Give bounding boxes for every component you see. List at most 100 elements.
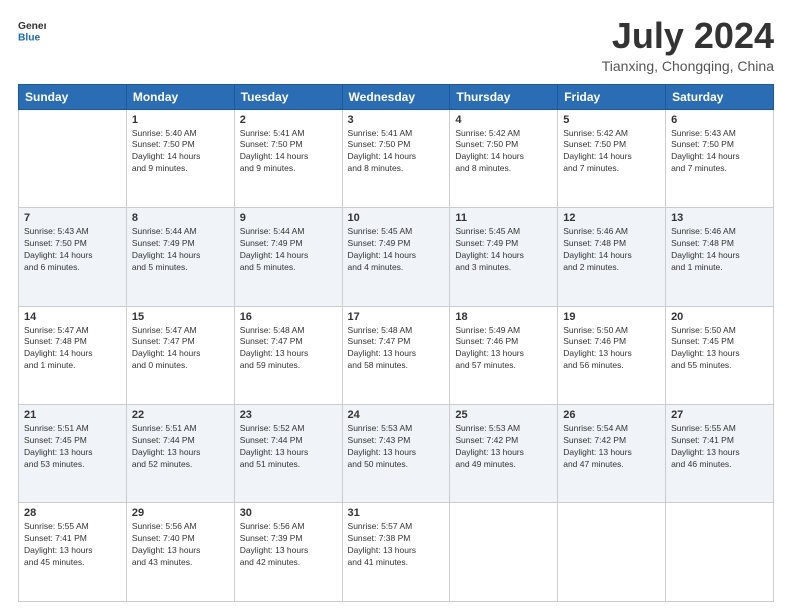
calendar-cell: 29 Sunrise: 5:56 AM Sunset: 7:40 PM Dayli… (126, 503, 234, 602)
day-number: 17 (348, 311, 445, 323)
weekday-header-row: SundayMondayTuesdayWednesdayThursdayFrid… (19, 84, 774, 109)
day-info: Sunrise: 5:56 AM Sunset: 7:40 PM Dayligh… (132, 521, 229, 569)
day-number: 31 (348, 507, 445, 519)
day-number: 28 (24, 507, 121, 519)
calendar-cell (666, 503, 774, 602)
calendar-body: 1 Sunrise: 5:40 AM Sunset: 7:50 PM Daylig… (19, 109, 774, 601)
day-info: Sunrise: 5:55 AM Sunset: 7:41 PM Dayligh… (24, 521, 121, 569)
weekday-wednesday: Wednesday (342, 84, 450, 109)
calendar-cell: 21Sunrise: 5:51 AM Sunset: 7:45 PM Dayli… (19, 405, 127, 503)
day-info: Sunrise: 5:57 AM Sunset: 7:38 PM Dayligh… (348, 521, 445, 569)
day-info: Sunrise: 5:49 AM Sunset: 7:46 PM Dayligh… (455, 325, 552, 373)
weekday-saturday: Saturday (666, 84, 774, 109)
month-title: July 2024 (602, 16, 774, 56)
calendar-cell: 1 Sunrise: 5:40 AM Sunset: 7:50 PM Daylig… (126, 109, 234, 207)
day-info: Sunrise: 5:47 AM Sunset: 7:47 PM Dayligh… (132, 325, 229, 373)
day-number: 1 (132, 114, 229, 126)
calendar-cell: 10Sunrise: 5:45 AM Sunset: 7:49 PM Dayli… (342, 208, 450, 306)
day-number: 13 (671, 212, 768, 224)
calendar-cell: 5Sunrise: 5:42 AM Sunset: 7:50 PM Daylig… (558, 109, 666, 207)
day-info: Sunrise: 5:51 AM Sunset: 7:44 PM Dayligh… (132, 423, 229, 471)
calendar-cell: 4 Sunrise: 5:42 AM Sunset: 7:50 PM Daylig… (450, 109, 558, 207)
day-number: 6 (671, 114, 768, 126)
day-info: Sunrise: 5:42 AM Sunset: 7:50 PM Dayligh… (563, 128, 660, 176)
day-info: Sunrise: 5:43 AM Sunset: 7:50 PM Dayligh… (24, 226, 121, 274)
day-info: Sunrise: 5:55 AM Sunset: 7:41 PM Dayligh… (671, 423, 768, 471)
day-number: 10 (348, 212, 445, 224)
calendar-cell: 9Sunrise: 5:44 AM Sunset: 7:49 PM Daylig… (234, 208, 342, 306)
day-number: 20 (671, 311, 768, 323)
day-info: Sunrise: 5:52 AM Sunset: 7:44 PM Dayligh… (240, 423, 337, 471)
day-info: Sunrise: 5:48 AM Sunset: 7:47 PM Dayligh… (348, 325, 445, 373)
calendar-cell: 27 Sunrise: 5:55 AM Sunset: 7:41 PM Dayli… (666, 405, 774, 503)
day-number: 24 (348, 409, 445, 421)
calendar-cell: 17 Sunrise: 5:48 AM Sunset: 7:47 PM Dayli… (342, 306, 450, 404)
day-number: 11 (455, 212, 552, 224)
calendar-cell: 14 Sunrise: 5:47 AM Sunset: 7:48 PM Dayli… (19, 306, 127, 404)
calendar-cell: 24 Sunrise: 5:53 AM Sunset: 7:43 PM Dayli… (342, 405, 450, 503)
day-info: Sunrise: 5:46 AM Sunset: 7:48 PM Dayligh… (563, 226, 660, 274)
svg-text:General: General (18, 21, 46, 32)
day-number: 7 (24, 212, 121, 224)
calendar-cell: 19Sunrise: 5:50 AM Sunset: 7:46 PM Dayli… (558, 306, 666, 404)
weekday-friday: Friday (558, 84, 666, 109)
day-number: 19 (563, 311, 660, 323)
day-number: 9 (240, 212, 337, 224)
calendar-cell: 3 Sunrise: 5:41 AM Sunset: 7:50 PM Daylig… (342, 109, 450, 207)
day-info: Sunrise: 5:40 AM Sunset: 7:50 PM Dayligh… (132, 128, 229, 176)
day-number: 2 (240, 114, 337, 126)
day-info: Sunrise: 5:41 AM Sunset: 7:50 PM Dayligh… (240, 128, 337, 176)
day-info: Sunrise: 5:41 AM Sunset: 7:50 PM Dayligh… (348, 128, 445, 176)
page: General Blue July 2024 Tianxing, Chongqi… (0, 0, 792, 612)
calendar-cell: 7 Sunrise: 5:43 AM Sunset: 7:50 PM Daylig… (19, 208, 127, 306)
calendar-cell: 20 Sunrise: 5:50 AM Sunset: 7:45 PM Dayli… (666, 306, 774, 404)
logo-icon: General Blue (18, 16, 46, 44)
day-number: 22 (132, 409, 229, 421)
day-number: 27 (671, 409, 768, 421)
day-number: 14 (24, 311, 121, 323)
logo: General Blue (18, 16, 46, 44)
calendar-cell: 6 Sunrise: 5:43 AM Sunset: 7:50 PM Daylig… (666, 109, 774, 207)
day-number: 25 (455, 409, 552, 421)
day-number: 18 (455, 311, 552, 323)
calendar-cell: 13Sunrise: 5:46 AM Sunset: 7:48 PM Dayli… (666, 208, 774, 306)
calendar-cell: 26Sunrise: 5:54 AM Sunset: 7:42 PM Dayli… (558, 405, 666, 503)
calendar-cell (450, 503, 558, 602)
calendar-week-1: 1 Sunrise: 5:40 AM Sunset: 7:50 PM Daylig… (19, 109, 774, 207)
calendar-week-3: 14 Sunrise: 5:47 AM Sunset: 7:48 PM Dayli… (19, 306, 774, 404)
day-info: Sunrise: 5:48 AM Sunset: 7:47 PM Dayligh… (240, 325, 337, 373)
calendar-cell: 11Sunrise: 5:45 AM Sunset: 7:49 PM Dayli… (450, 208, 558, 306)
day-info: Sunrise: 5:56 AM Sunset: 7:39 PM Dayligh… (240, 521, 337, 569)
svg-text:Blue: Blue (18, 32, 41, 43)
calendar-cell: 22 Sunrise: 5:51 AM Sunset: 7:44 PM Dayli… (126, 405, 234, 503)
day-info: Sunrise: 5:53 AM Sunset: 7:43 PM Dayligh… (348, 423, 445, 471)
calendar-week-2: 7 Sunrise: 5:43 AM Sunset: 7:50 PM Daylig… (19, 208, 774, 306)
calendar-cell: 15Sunrise: 5:47 AM Sunset: 7:47 PM Dayli… (126, 306, 234, 404)
weekday-thursday: Thursday (450, 84, 558, 109)
day-info: Sunrise: 5:50 AM Sunset: 7:45 PM Dayligh… (671, 325, 768, 373)
calendar-week-5: 28 Sunrise: 5:55 AM Sunset: 7:41 PM Dayli… (19, 503, 774, 602)
location: Tianxing, Chongqing, China (602, 58, 774, 74)
day-number: 29 (132, 507, 229, 519)
weekday-sunday: Sunday (19, 84, 127, 109)
calendar-cell: 2 Sunrise: 5:41 AM Sunset: 7:50 PM Daylig… (234, 109, 342, 207)
day-number: 23 (240, 409, 337, 421)
day-number: 30 (240, 507, 337, 519)
day-info: Sunrise: 5:42 AM Sunset: 7:50 PM Dayligh… (455, 128, 552, 176)
calendar-cell: 28 Sunrise: 5:55 AM Sunset: 7:41 PM Dayli… (19, 503, 127, 602)
day-number: 3 (348, 114, 445, 126)
weekday-monday: Monday (126, 84, 234, 109)
calendar-week-4: 21Sunrise: 5:51 AM Sunset: 7:45 PM Dayli… (19, 405, 774, 503)
calendar-cell: 18 Sunrise: 5:49 AM Sunset: 7:46 PM Dayli… (450, 306, 558, 404)
day-number: 4 (455, 114, 552, 126)
calendar-cell: 8Sunrise: 5:44 AM Sunset: 7:49 PM Daylig… (126, 208, 234, 306)
day-info: Sunrise: 5:47 AM Sunset: 7:48 PM Dayligh… (24, 325, 121, 373)
day-number: 26 (563, 409, 660, 421)
day-info: Sunrise: 5:43 AM Sunset: 7:50 PM Dayligh… (671, 128, 768, 176)
calendar-cell: 31 Sunrise: 5:57 AM Sunset: 7:38 PM Dayli… (342, 503, 450, 602)
day-info: Sunrise: 5:51 AM Sunset: 7:45 PM Dayligh… (24, 423, 121, 471)
header: General Blue July 2024 Tianxing, Chongqi… (18, 16, 774, 74)
day-number: 8 (132, 212, 229, 224)
calendar-cell: 30 Sunrise: 5:56 AM Sunset: 7:39 PM Dayli… (234, 503, 342, 602)
calendar-cell (558, 503, 666, 602)
